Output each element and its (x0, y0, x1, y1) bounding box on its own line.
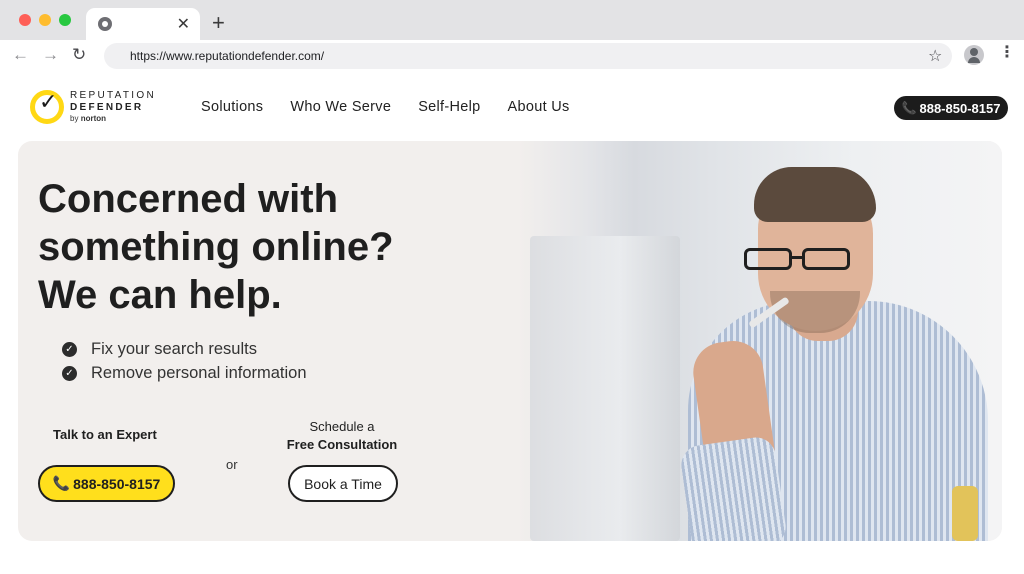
chrome-favicon-icon (98, 17, 112, 31)
site-header: ✓ REPUTATION DEFENDER by norton Solution… (0, 73, 1024, 141)
logo-norton: norton (80, 114, 107, 123)
logo-checkmark-icon: ✓ (39, 89, 58, 114)
browser-chrome: ✕ + ← → ↻ https://www.reputationdefender… (0, 0, 1024, 72)
new-tab-button[interactable]: + (212, 10, 225, 36)
logo-byline: by norton (70, 114, 106, 123)
photo-glasses (744, 248, 856, 272)
nav-item-self-help[interactable]: Self-Help (418, 99, 480, 115)
nav-item-solutions[interactable]: Solutions (201, 99, 263, 115)
kebab-menu-icon[interactable]: ⋮ (999, 45, 1015, 61)
photo-sleeve (678, 434, 789, 541)
call-expert-button[interactable]: 📞 888-850-8157 (38, 465, 175, 502)
forward-arrow-icon[interactable]: → (42, 45, 59, 65)
hero-title-line-3: We can help. (38, 273, 282, 317)
book-a-time-button[interactable]: Book a Time (288, 465, 398, 502)
or-separator: or (226, 457, 238, 472)
benefit-item: ✓ Fix your search results (62, 337, 307, 361)
schedule-label-line-1: Schedule a (309, 419, 375, 434)
benefit-text: Fix your search results (91, 339, 257, 358)
check-circle-icon: ✓ (62, 341, 77, 357)
url-text[interactable]: https://www.reputationdefender.com/ (130, 49, 324, 63)
logo-text-defender: DEFENDER (70, 102, 144, 113)
hero-title-line-1: Concerned with (38, 177, 339, 221)
schedule-label-line-2: Free Consultation (286, 437, 398, 452)
header-phone-number: 888-850-8157 (919, 100, 1001, 116)
close-window-button[interactable] (19, 14, 31, 26)
hero-title: Concerned with something online? We can … (38, 175, 478, 319)
nav-item-about-us[interactable]: About Us (508, 99, 570, 115)
reload-icon[interactable]: ↻ (72, 45, 86, 65)
schedule-label: Schedule a Free Consultation (274, 418, 410, 454)
hero-photo-man-thinking (518, 141, 1002, 541)
window-controls (19, 14, 71, 26)
bookmark-star-icon[interactable]: ☆ (928, 46, 942, 66)
talk-to-expert-label: Talk to an Expert (53, 427, 157, 442)
main-nav: Solutions Who We Serve Self-Help About U… (201, 99, 570, 115)
check-circle-icon: ✓ (62, 365, 77, 381)
browser-tab[interactable]: ✕ (86, 8, 200, 40)
close-tab-icon[interactable]: ✕ (177, 14, 190, 34)
call-expert-number: 888-850-8157 (73, 475, 161, 492)
minimize-window-button[interactable] (39, 14, 51, 26)
phone-icon: 📞 (901, 101, 917, 115)
maximize-window-button[interactable] (59, 14, 71, 26)
back-arrow-icon[interactable]: ← (12, 45, 29, 65)
photo-monitor (530, 236, 680, 541)
photo-glasses-left-lens (744, 248, 792, 270)
photo-hair (754, 167, 876, 222)
benefit-list: ✓ Fix your search results ✓ Remove perso… (62, 337, 307, 385)
benefit-text: Remove personal information (91, 363, 307, 382)
hero-title-line-2: something online? (38, 225, 394, 269)
reputation-defender-logo[interactable]: ✓ REPUTATION DEFENDER by norton (30, 87, 170, 127)
phone-icon: 📞 (52, 475, 71, 491)
photo-glasses-right-lens (802, 248, 850, 270)
logo-by: by (70, 114, 79, 123)
hero-section: Concerned with something online? We can … (18, 141, 1002, 541)
logo-text-reputation: REPUTATION (70, 90, 156, 101)
photo-chair (952, 486, 978, 541)
nav-item-who-we-serve[interactable]: Who We Serve (290, 99, 391, 115)
benefit-item: ✓ Remove personal information (62, 361, 307, 385)
profile-avatar-icon[interactable] (964, 45, 984, 65)
address-bar[interactable]: https://www.reputationdefender.com/ (104, 43, 952, 69)
header-phone-button[interactable]: 📞 888-850-8157 (894, 96, 1008, 120)
browser-toolbar: ← → ↻ https://www.reputationdefender.com… (0, 40, 1024, 72)
